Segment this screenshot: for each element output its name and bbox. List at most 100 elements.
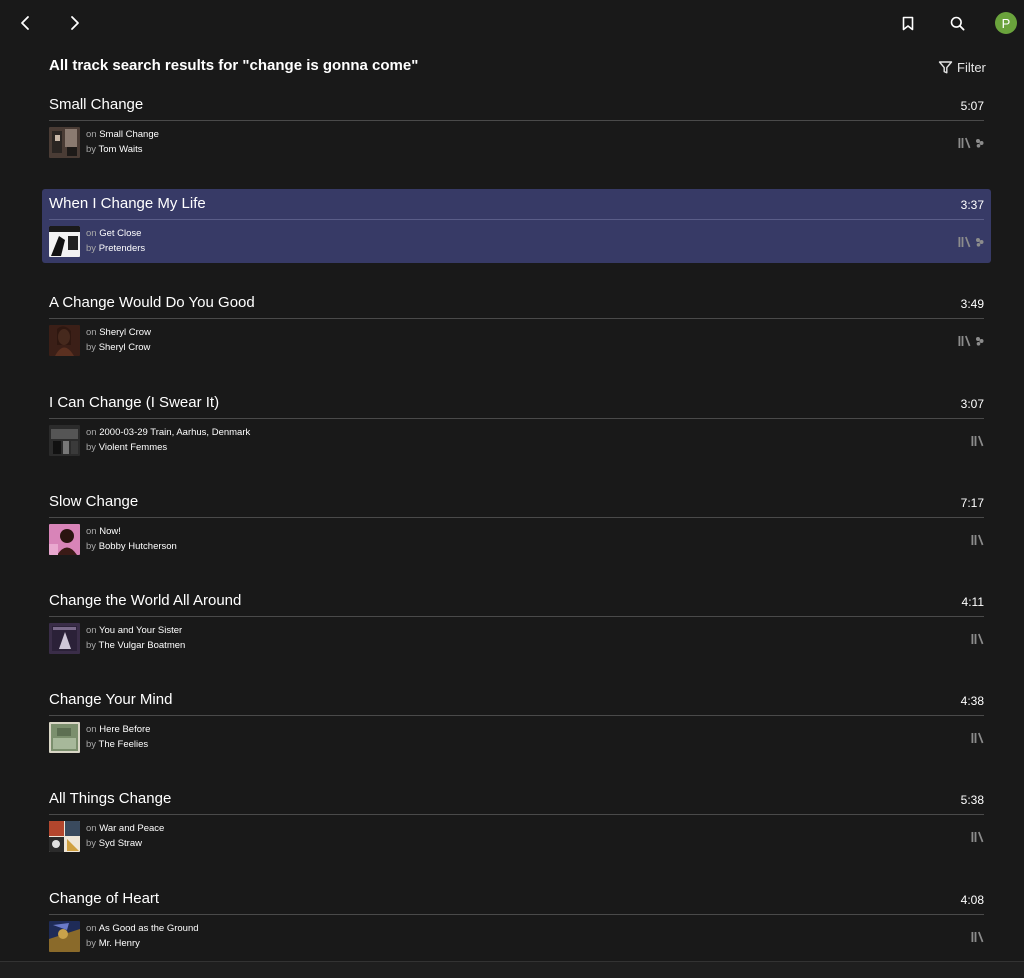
search-button[interactable]: [946, 12, 968, 34]
filter-button[interactable]: Filter: [938, 58, 986, 76]
artist-link[interactable]: Sheryl Crow: [99, 342, 151, 353]
add-to-library-icon[interactable]: [958, 335, 971, 347]
artist-link[interactable]: The Vulgar Boatmen: [99, 640, 186, 651]
top-bar: P: [0, 0, 1024, 44]
track-row[interactable]: All Things Change 5:38 on War and Peace by …: [42, 784, 991, 858]
track-divider: [49, 814, 984, 815]
on-label: on: [86, 129, 97, 140]
track-duration: 5:07: [960, 99, 984, 113]
album-link[interactable]: Get Close: [99, 228, 141, 239]
album-art-thumbnail[interactable]: [49, 425, 80, 456]
forward-button[interactable]: [64, 12, 86, 34]
artist-link[interactable]: Bobby Hutcherson: [99, 541, 177, 552]
bookmarks-button[interactable]: [897, 12, 919, 34]
track-divider: [49, 318, 984, 319]
add-to-library-icon[interactable]: [971, 534, 984, 546]
add-to-library-icon[interactable]: [971, 931, 984, 943]
album-art-thumbnail[interactable]: [49, 623, 80, 654]
track-title[interactable]: I Can Change (I Swear It): [49, 394, 219, 411]
track-duration: 7:17: [960, 496, 984, 510]
bookmark-icon: [902, 16, 914, 30]
album-link[interactable]: Now!: [99, 526, 121, 537]
artist-link[interactable]: Tom Waits: [99, 144, 143, 155]
by-label: by: [86, 938, 97, 949]
track-action-icons: [971, 633, 984, 645]
track-row[interactable]: Change of Heart 4:08 on As Good as the Gro…: [42, 884, 991, 958]
filter-label: Filter: [957, 59, 986, 75]
track-artist-line: by The Vulgar Boatmen: [86, 640, 185, 651]
user-avatar[interactable]: P: [995, 12, 1017, 34]
add-to-library-icon[interactable]: [958, 137, 971, 149]
back-button[interactable]: [14, 12, 36, 34]
track-row[interactable]: Change the World All Around 4:11 on You an…: [42, 586, 991, 660]
by-label: by: [86, 342, 97, 353]
add-to-library-icon[interactable]: [971, 435, 984, 447]
by-label: by: [86, 541, 97, 552]
track-row[interactable]: Change Your Mind 4:38 on Here Before by The…: [42, 685, 991, 759]
artist-link[interactable]: The Feelies: [99, 739, 149, 750]
add-to-library-icon[interactable]: [971, 633, 984, 645]
album-link[interactable]: You and Your Sister: [99, 625, 182, 636]
track-title[interactable]: When I Change My Life: [49, 195, 206, 212]
add-to-library-icon[interactable]: [971, 732, 984, 744]
album-link[interactable]: War and Peace: [99, 823, 164, 834]
album-art-thumbnail[interactable]: [49, 821, 80, 852]
track-action-icons: [958, 335, 984, 347]
track-title[interactable]: Slow Change: [49, 493, 138, 510]
on-label: on: [86, 724, 97, 735]
track-album-line: on Small Change: [86, 129, 159, 140]
album-art-thumbnail[interactable]: [49, 722, 80, 753]
artist-link[interactable]: Violent Femmes: [99, 442, 167, 453]
source-icon: [976, 238, 984, 247]
track-divider: [49, 219, 984, 220]
album-art-thumbnail[interactable]: [49, 127, 80, 158]
album-art-thumbnail[interactable]: [49, 524, 80, 555]
by-label: by: [86, 144, 97, 155]
track-divider: [49, 517, 984, 518]
on-label: on: [86, 228, 97, 239]
album-link[interactable]: Here Before: [99, 724, 150, 735]
track-title[interactable]: All Things Change: [49, 790, 171, 807]
track-title[interactable]: Change Your Mind: [49, 691, 172, 708]
track-row[interactable]: When I Change My Life 3:37 on Get Close by …: [42, 189, 991, 263]
track-row[interactable]: A Change Would Do You Good 3:49 on Sheryl …: [42, 288, 991, 362]
source-icon: [976, 337, 984, 346]
album-art-thumbnail[interactable]: [49, 921, 80, 952]
track-divider: [49, 616, 984, 617]
track-action-icons: [971, 831, 984, 843]
track-title[interactable]: Change the World All Around: [49, 592, 241, 609]
album-art-thumbnail[interactable]: [49, 325, 80, 356]
track-divider: [49, 418, 984, 419]
track-title[interactable]: Small Change: [49, 96, 143, 113]
track-row[interactable]: I Can Change (I Swear It) 3:07 on 2000-03-…: [42, 388, 991, 462]
track-divider: [49, 914, 984, 915]
track-artist-line: by Pretenders: [86, 243, 145, 254]
album-link[interactable]: As Good as the Ground: [99, 923, 199, 934]
track-duration: 3:07: [960, 397, 984, 411]
artist-link[interactable]: Mr. Henry: [99, 938, 140, 949]
track-row[interactable]: Small Change 5:07 on Small Change by Tom Wa…: [42, 90, 991, 164]
add-to-library-icon[interactable]: [971, 831, 984, 843]
track-album-line: on As Good as the Ground: [86, 923, 199, 934]
track-action-icons: [971, 931, 984, 943]
track-album-line: on Here Before: [86, 724, 150, 735]
album-link[interactable]: Sheryl Crow: [99, 327, 151, 338]
track-title[interactable]: A Change Would Do You Good: [49, 294, 255, 311]
album-link[interactable]: 2000-03-29 Train, Aarhus, Denmark: [99, 427, 250, 438]
track-artist-line: by Bobby Hutcherson: [86, 541, 177, 552]
track-row[interactable]: Slow Change 7:17 on Now! by Bobby Hutcherso…: [42, 487, 991, 561]
track-album-line: on War and Peace: [86, 823, 164, 834]
on-label: on: [86, 923, 97, 934]
artist-link[interactable]: Pretenders: [99, 243, 145, 254]
album-art-thumbnail[interactable]: [49, 226, 80, 257]
album-link[interactable]: Small Change: [99, 129, 159, 140]
by-label: by: [86, 442, 97, 453]
track-divider: [49, 715, 984, 716]
track-album-line: on 2000-03-29 Train, Aarhus, Denmark: [86, 427, 250, 438]
artist-link[interactable]: Syd Straw: [99, 838, 142, 849]
add-to-library-icon[interactable]: [958, 236, 971, 248]
track-title[interactable]: Change of Heart: [49, 890, 159, 907]
bottom-bar: [0, 961, 1024, 978]
track-duration: 4:38: [960, 694, 984, 708]
on-label: on: [86, 526, 97, 537]
